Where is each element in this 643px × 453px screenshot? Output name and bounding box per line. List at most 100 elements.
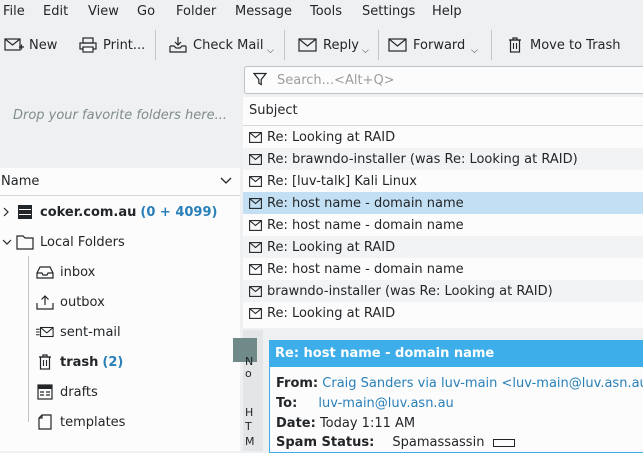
chevron-down-icon[interactable] bbox=[220, 173, 232, 187]
message-subject-text: Re: host name - domain name bbox=[267, 217, 464, 233]
message-row[interactable]: Re: [luv-talk] Kali Linux bbox=[243, 170, 643, 192]
message-row[interactable]: Re: host name - domain name bbox=[243, 192, 643, 214]
envelope-icon bbox=[248, 240, 262, 254]
inbox-icon bbox=[36, 263, 54, 281]
envelope-icon bbox=[248, 218, 262, 232]
new-button[interactable]: New bbox=[4, 32, 57, 58]
search-field[interactable] bbox=[244, 66, 643, 94]
spam-score-bar bbox=[492, 438, 515, 447]
message-list: Subject Re: Looking at RAID Re: brawndo-i… bbox=[243, 97, 643, 328]
forward-dropdown-icon[interactable]: ⌵ bbox=[471, 46, 478, 56]
move-to-trash-button[interactable]: Move to Trash bbox=[505, 32, 621, 58]
envelope-icon bbox=[248, 130, 262, 144]
spam-line: Spam Status: Spamassassin bbox=[276, 435, 515, 450]
reply-button[interactable]: Reply bbox=[298, 32, 359, 58]
menu-message[interactable]: Message bbox=[235, 4, 292, 19]
folder-label: inbox bbox=[60, 264, 96, 280]
menu-file[interactable]: File bbox=[3, 4, 25, 19]
envelope-icon bbox=[248, 196, 262, 210]
spam-value: Spamassassin bbox=[392, 435, 485, 450]
toolbar-separator bbox=[378, 30, 379, 60]
move-to-trash-label: Move to Trash bbox=[530, 37, 621, 53]
message-subject-text: Re: [luv-talk] Kali Linux bbox=[267, 173, 417, 189]
message-subject-text: Re: host name - domain name bbox=[267, 261, 464, 277]
folder-templates[interactable]: templates bbox=[0, 408, 240, 436]
trash-count: (2) bbox=[102, 354, 124, 370]
message-subject-text: Re: Looking at RAID bbox=[267, 305, 396, 321]
message-header-card: Re: host name - domain name From: Craig … bbox=[269, 340, 643, 453]
favorite-folders-pane[interactable]: Drop your favorite folders here... bbox=[0, 66, 240, 165]
check-mail-button[interactable]: Check Mail bbox=[168, 32, 264, 58]
message-row[interactable]: Re: Looking at RAID bbox=[243, 236, 643, 258]
message-subject-text: Re: Looking at RAID bbox=[267, 129, 396, 145]
favorite-folders-placeholder: Drop your favorite folders here... bbox=[12, 108, 228, 123]
message-row[interactable]: Re: Looking at RAID bbox=[243, 126, 643, 148]
forward-label: Forward bbox=[413, 37, 466, 53]
strip-letter: M bbox=[245, 435, 255, 448]
folder-drafts[interactable]: drafts bbox=[0, 378, 240, 406]
new-mail-icon bbox=[4, 35, 24, 55]
subject-column-header[interactable]: Subject bbox=[243, 97, 643, 126]
local-folders[interactable]: Local Folders bbox=[0, 228, 240, 256]
message-row[interactable]: Re: host name - domain name bbox=[243, 258, 643, 280]
print-button-label: Print... bbox=[103, 37, 146, 53]
account-coker[interactable]: coker.com.au (0 + 4099) bbox=[0, 198, 240, 226]
account-count: (0 + 4099) bbox=[140, 204, 218, 220]
templates-icon bbox=[36, 413, 54, 431]
message-row[interactable]: Re: Looking at RAID bbox=[243, 302, 643, 324]
toolbar: New Print... Check Mail ⌵ Reply ⌵ Forwar… bbox=[0, 24, 643, 66]
envelope-icon bbox=[248, 174, 262, 188]
from-line: From: Craig Sanders via luv-main <luv-ma… bbox=[276, 376, 643, 391]
menu-folder[interactable]: Folder bbox=[176, 4, 216, 19]
print-icon bbox=[78, 35, 98, 55]
toolbar-separator bbox=[155, 30, 156, 60]
collapse-arrow-icon[interactable] bbox=[2, 237, 12, 247]
to-label: To: bbox=[276, 396, 298, 411]
toolbar-separator bbox=[284, 30, 285, 60]
folder-label: drafts bbox=[60, 384, 98, 400]
new-button-label: New bbox=[29, 37, 58, 53]
message-row[interactable]: Re: host name - domain name bbox=[243, 214, 643, 236]
check-mail-label: Check Mail bbox=[193, 37, 264, 53]
strip-letter: T bbox=[245, 420, 252, 433]
check-mail-dropdown-icon[interactable]: ⌵ bbox=[267, 46, 274, 56]
folder-label: outbox bbox=[60, 294, 105, 310]
folder-label: trash bbox=[60, 354, 99, 370]
menu-help[interactable]: Help bbox=[432, 4, 462, 19]
menu-go[interactable]: Go bbox=[137, 4, 155, 19]
print-button[interactable]: Print... bbox=[78, 32, 145, 58]
expand-arrow-icon[interactable] bbox=[2, 207, 10, 217]
message-row[interactable]: brawndo-installer (was Re: Looking at RA… bbox=[243, 280, 643, 302]
envelope-icon bbox=[248, 306, 262, 320]
menu-settings[interactable]: Settings bbox=[362, 4, 415, 19]
menu-edit[interactable]: Edit bbox=[43, 4, 68, 19]
envelope-icon bbox=[248, 284, 262, 298]
from-label: From: bbox=[276, 376, 319, 391]
from-link[interactable]: Craig Sanders via luv-main <luv-main@luv… bbox=[322, 376, 643, 391]
forward-button[interactable]: Forward bbox=[388, 32, 465, 58]
html-warning-strip[interactable]: N o H T M bbox=[233, 330, 263, 451]
local-folders-label: Local Folders bbox=[40, 234, 125, 250]
folder-inbox[interactable]: inbox bbox=[0, 258, 240, 286]
menu-tools[interactable]: Tools bbox=[310, 4, 342, 19]
to-line: To: luv-main@luv.asn.au bbox=[276, 396, 454, 411]
reply-label: Reply bbox=[323, 37, 360, 53]
folder-column-header[interactable]: Name bbox=[0, 168, 240, 196]
sent-mail-icon bbox=[36, 323, 54, 341]
reply-dropdown-icon[interactable]: ⌵ bbox=[362, 46, 369, 56]
server-icon bbox=[16, 203, 34, 221]
message-row[interactable]: Re: brawndo-installer (was Re: Looking a… bbox=[243, 148, 643, 170]
to-link[interactable]: luv-main@luv.asn.au bbox=[318, 396, 453, 411]
envelope-icon bbox=[248, 152, 262, 166]
search-input[interactable] bbox=[275, 70, 639, 90]
drafts-icon bbox=[36, 383, 54, 401]
folder-sent-mail[interactable]: sent-mail bbox=[0, 318, 240, 346]
message-subject: Re: host name - domain name bbox=[275, 346, 495, 361]
check-mail-icon bbox=[168, 35, 188, 55]
search-bar bbox=[244, 66, 643, 94]
strip-letter: H bbox=[245, 406, 254, 419]
folder-outbox[interactable]: outbox bbox=[0, 288, 240, 316]
filter-icon[interactable] bbox=[253, 72, 267, 86]
folder-trash[interactable]: trash (2) bbox=[0, 348, 240, 376]
menu-view[interactable]: View bbox=[88, 4, 119, 19]
